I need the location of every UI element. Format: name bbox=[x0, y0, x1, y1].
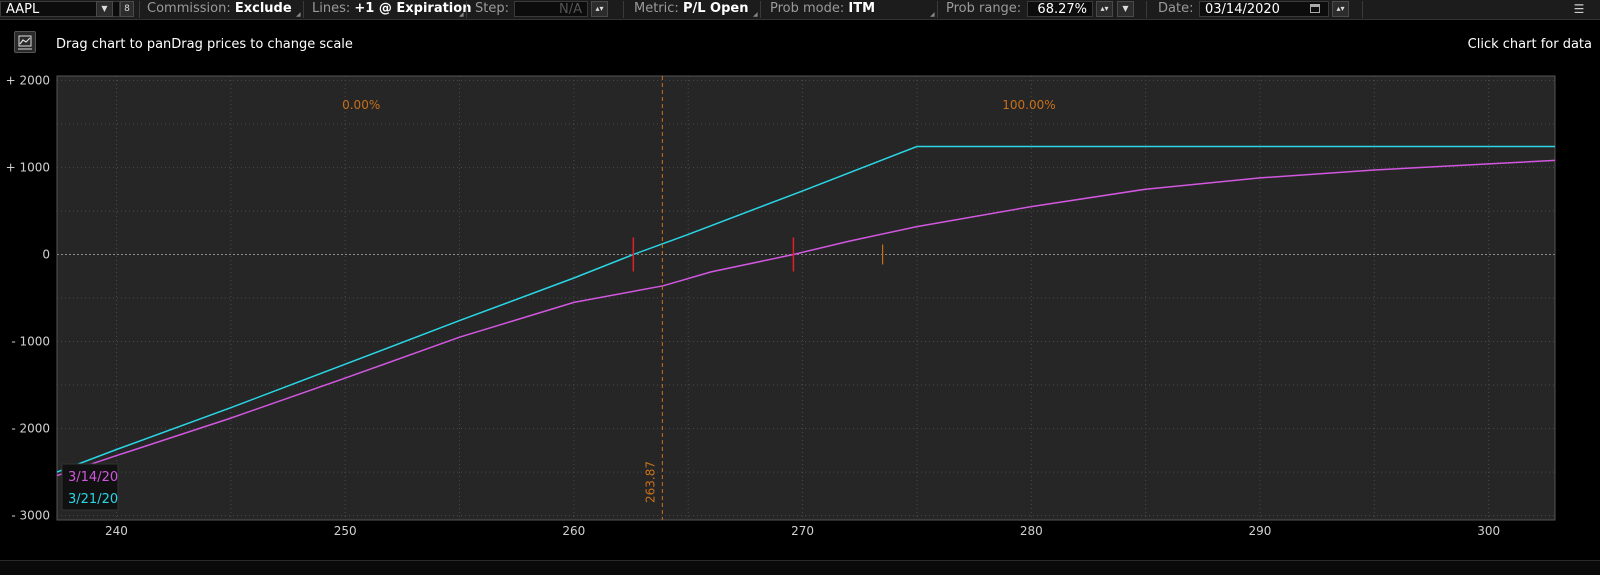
probability-label: 0.00% bbox=[342, 98, 380, 112]
commission-label: Commission: bbox=[147, 1, 231, 16]
prob-mode-corner-icon: ◢ bbox=[930, 11, 935, 18]
y-tick-label: - 3000 bbox=[11, 509, 50, 523]
symbol-link-icon[interactable]: 8 bbox=[120, 1, 134, 17]
prob-range-label: Prob range: bbox=[946, 1, 1022, 16]
prob-mode-value: ITM bbox=[848, 1, 876, 16]
prob-mode-control[interactable]: Prob mode: ITM bbox=[770, 0, 875, 19]
step-label: Step: bbox=[475, 1, 509, 16]
metric-value: P/L Open bbox=[682, 1, 749, 16]
click-for-data-hint[interactable]: Click chart for data bbox=[1468, 37, 1592, 52]
x-tick-label: 250 bbox=[334, 524, 357, 538]
current-price-label: 263.87 bbox=[643, 461, 657, 503]
chart-area-icon[interactable] bbox=[14, 31, 36, 53]
commission-corner-icon: ◢ bbox=[296, 11, 301, 18]
lines-corner-icon: ◢ bbox=[459, 11, 464, 18]
legend: 3/14/20 3/21/20 bbox=[61, 463, 119, 511]
bottom-scrollbar[interactable] bbox=[0, 560, 1600, 575]
symbol-value: AAPL bbox=[6, 2, 40, 17]
toolbar: AAPL ▼ 8 Commission: Exclude ◢ Lines: +1… bbox=[0, 0, 1600, 20]
lines-control[interactable]: Lines: +1 @ Expiration bbox=[312, 0, 471, 19]
calendar-icon[interactable] bbox=[1310, 4, 1320, 13]
risk-profile-chart[interactable]: + 2000 + 1000 0 - 1000 - 2000 - 3000 240 250 260… bbox=[0, 72, 1600, 560]
step-spinner[interactable]: ▴▾ bbox=[591, 1, 608, 17]
commission-control[interactable]: Commission: Exclude bbox=[147, 0, 292, 19]
y-tick-label: 0 bbox=[42, 247, 50, 261]
separator bbox=[1362, 1, 1363, 18]
metric-corner-icon: ◢ bbox=[753, 11, 758, 18]
prob-range-input[interactable]: 68.27% bbox=[1027, 1, 1093, 17]
chart-instructions: Drag chart to panDrag prices to change s… bbox=[56, 37, 353, 52]
prob-range-dropdown-button[interactable]: ▼ bbox=[1117, 1, 1134, 17]
separator bbox=[303, 1, 304, 18]
date-spinner[interactable]: ▴▾ bbox=[1332, 1, 1349, 17]
date-label: Date: bbox=[1158, 1, 1194, 16]
step-input[interactable]: N/A bbox=[514, 1, 588, 17]
legend-entry: 3/21/20 bbox=[68, 492, 118, 507]
prob-range-spinner[interactable]: ▴▾ bbox=[1096, 1, 1113, 17]
x-tick-label: 260 bbox=[562, 524, 585, 538]
y-tick-label: - 2000 bbox=[11, 422, 50, 436]
x-tick-label: 290 bbox=[1249, 524, 1272, 538]
prob-range-value: 68.27% bbox=[1037, 2, 1087, 17]
x-tick-label: 280 bbox=[1020, 524, 1043, 538]
y-tick-label: + 2000 bbox=[6, 73, 50, 87]
y-tick-label: - 1000 bbox=[11, 335, 50, 349]
step-value: N/A bbox=[559, 2, 582, 17]
separator bbox=[139, 1, 140, 18]
separator bbox=[466, 1, 467, 18]
separator bbox=[760, 1, 761, 18]
prob-mode-label: Prob mode: bbox=[770, 1, 845, 16]
legend-entry: 3/14/20 bbox=[68, 470, 118, 485]
commission-value: Exclude bbox=[234, 1, 292, 16]
lines-value: +1 @ Expiration bbox=[354, 1, 472, 16]
symbol-dropdown-button[interactable]: ▼ bbox=[96, 1, 113, 17]
metric-label: Metric: bbox=[634, 1, 679, 16]
date-value: 03/14/2020 bbox=[1205, 2, 1280, 17]
y-tick-label: + 1000 bbox=[6, 160, 50, 174]
x-tick-label: 270 bbox=[791, 524, 814, 538]
x-tick-label: 240 bbox=[105, 524, 128, 538]
separator bbox=[623, 1, 624, 18]
metric-control[interactable]: Metric: P/L Open bbox=[634, 0, 748, 19]
lines-label: Lines: bbox=[312, 1, 351, 16]
x-tick-label: 300 bbox=[1477, 524, 1500, 538]
separator bbox=[937, 1, 938, 18]
probability-label: 100.00% bbox=[1002, 98, 1055, 112]
list-menu-icon[interactable]: ☰ bbox=[1572, 2, 1586, 16]
separator bbox=[1146, 1, 1147, 18]
chart-area-icon-glyph bbox=[18, 35, 32, 50]
